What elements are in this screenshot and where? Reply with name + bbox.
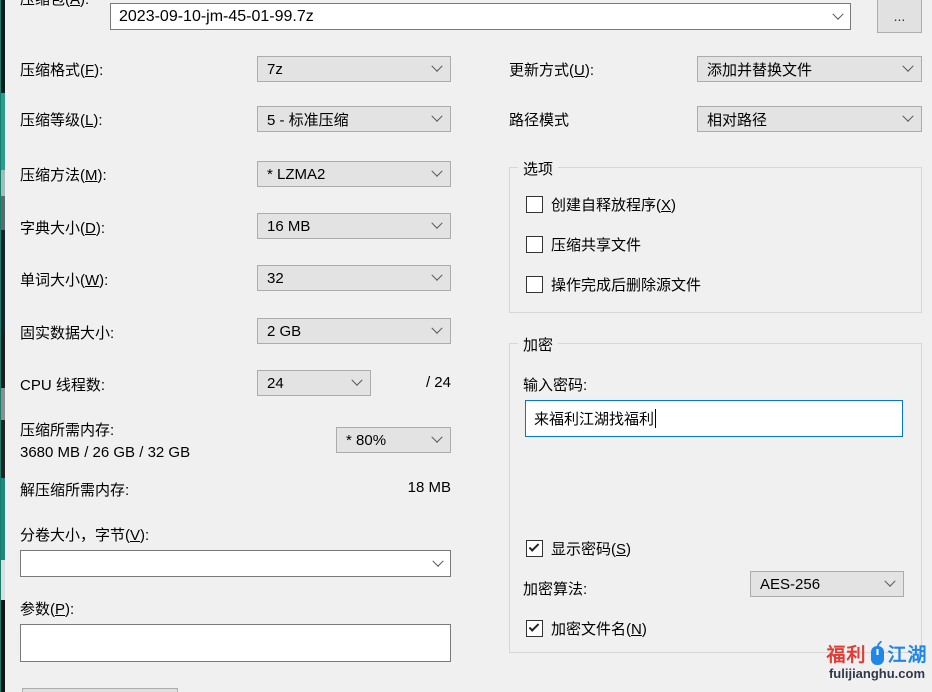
level-label: 压缩等级(L): [20, 109, 103, 130]
method-label: 压缩方法(M): [20, 164, 107, 185]
chevron-down-icon [431, 218, 442, 229]
format-value: 7z [267, 61, 283, 78]
encryption-method-dropdown[interactable]: AES-256 [750, 571, 904, 597]
chevron-down-icon [431, 270, 442, 281]
parameters-label: 参数(P): [20, 598, 74, 619]
encrypt-filenames-label: 加密文件名(N) [551, 618, 647, 639]
word-size-value: 32 [267, 270, 284, 287]
memory-usage-dropdown[interactable]: * 80% [336, 427, 451, 453]
partial-bottom-button[interactable] [22, 688, 178, 692]
memory-compress-detail: 3680 MB / 26 GB / 32 GB [20, 444, 190, 461]
dictionary-size-label: 字典大小(D): [20, 217, 105, 238]
checkmark-icon [529, 541, 540, 552]
cpu-threads-label: CPU 线程数: [20, 374, 105, 395]
memory-decompress-value: 18 MB [408, 479, 451, 496]
format-dropdown[interactable]: 7z [257, 56, 451, 82]
archive-name-combobox[interactable]: 2023-09-10-jm-45-01-99.7z [110, 3, 851, 30]
volume-size-combobox[interactable] [20, 550, 451, 577]
create-sfx-checkbox[interactable] [526, 196, 543, 213]
create-sfx-label: 创建自释放程序(X) [551, 194, 676, 215]
method-value: * LZMA2 [267, 166, 325, 183]
update-mode-dropdown[interactable]: 添加并替换文件 [697, 56, 922, 82]
level-value: 5 - 标准压缩 [267, 109, 349, 130]
method-dropdown[interactable]: * LZMA2 [257, 161, 451, 187]
word-size-label: 单词大小(W): [20, 269, 108, 290]
memory-compress-label: 压缩所需内存: [20, 419, 114, 440]
format-label: 压缩格式(F): [20, 59, 103, 80]
watermark-brand-left: 福利 [826, 640, 866, 667]
cpu-threads-dropdown[interactable]: 24 [257, 370, 371, 396]
chevron-down-icon [884, 576, 895, 587]
chevron-down-icon [431, 166, 442, 177]
password-input[interactable]: 来福利江湖找福利 [525, 400, 903, 437]
compress-shared-checkbox[interactable] [526, 236, 543, 253]
delete-after-label: 操作完成后删除源文件 [551, 274, 701, 295]
memory-decompress-label: 解压缩所需内存: [20, 479, 129, 500]
encryption-group: 加密 输入密码: 来福利江湖找福利 显示密码(S) 加密算法: AES-256 … [509, 343, 922, 653]
background-window-edge [0, 0, 5, 692]
encryption-method-label: 加密算法: [523, 578, 587, 599]
text-caret [655, 409, 656, 428]
archive-name-value: 2023-09-10-jm-45-01-99.7z [119, 8, 314, 26]
cpu-threads-max: / 24 [426, 374, 451, 391]
chevron-down-icon [351, 375, 362, 386]
solid-block-label: 固实数据大小: [20, 322, 114, 343]
level-dropdown[interactable]: 5 - 标准压缩 [257, 106, 451, 132]
solid-block-value: 2 GB [267, 323, 301, 340]
parameters-input[interactable] [20, 624, 451, 662]
browse-button-label: ... [894, 8, 906, 24]
delete-after-checkbox[interactable] [526, 276, 543, 293]
dictionary-size-value: 16 MB [267, 218, 310, 235]
solid-block-dropdown[interactable]: 2 GB [257, 318, 451, 344]
chevron-down-icon [431, 432, 442, 443]
chevron-down-icon [902, 111, 913, 122]
compress-shared-label: 压缩共享文件 [551, 234, 641, 255]
dictionary-size-dropdown[interactable]: 16 MB [257, 213, 451, 239]
update-mode-value: 添加并替换文件 [707, 59, 812, 80]
volume-size-label: 分卷大小，字节(V): [20, 524, 149, 545]
chevron-down-icon [431, 111, 442, 122]
checkmark-icon [529, 621, 540, 632]
path-mode-dropdown[interactable]: 相对路径 [697, 106, 922, 132]
show-password-checkbox[interactable] [526, 540, 543, 557]
options-group: 选项 创建自释放程序(X) 压缩共享文件 操作完成后删除源文件 [509, 167, 922, 313]
chevron-down-icon [431, 323, 442, 334]
encryption-method-value: AES-256 [760, 576, 820, 593]
browse-button[interactable]: ... [877, 0, 922, 33]
path-mode-label: 路径模式 [509, 109, 569, 130]
encrypt-filenames-checkbox[interactable] [526, 620, 543, 637]
cpu-threads-value: 24 [267, 375, 284, 392]
path-mode-value: 相对路径 [707, 109, 767, 130]
chevron-down-icon [832, 8, 843, 19]
add-to-archive-dialog: 压缩包(A): 2023-09-10-jm-45-01-99.7z ... 压缩… [0, 0, 932, 692]
options-group-title: 选项 [518, 158, 558, 179]
chevron-down-icon [432, 555, 443, 566]
memory-usage-value: * 80% [346, 432, 386, 449]
chevron-down-icon [431, 61, 442, 72]
password-label: 输入密码: [523, 374, 587, 395]
watermark-brand-right: 江湖 [888, 640, 928, 667]
word-size-dropdown[interactable]: 32 [257, 265, 451, 291]
chevron-down-icon [902, 61, 913, 72]
show-password-label: 显示密码(S) [551, 538, 631, 559]
update-mode-label: 更新方式(U): [509, 59, 594, 80]
encryption-group-title: 加密 [518, 334, 558, 355]
watermark-logo: 福利 江湖 fulijianghu.com [822, 638, 932, 681]
password-value: 来福利江湖找福利 [534, 408, 654, 429]
watermark-domain: fulijianghu.com [822, 666, 932, 681]
archive-label: 压缩包(A): [20, 0, 89, 9]
mouse-icon [869, 639, 886, 667]
